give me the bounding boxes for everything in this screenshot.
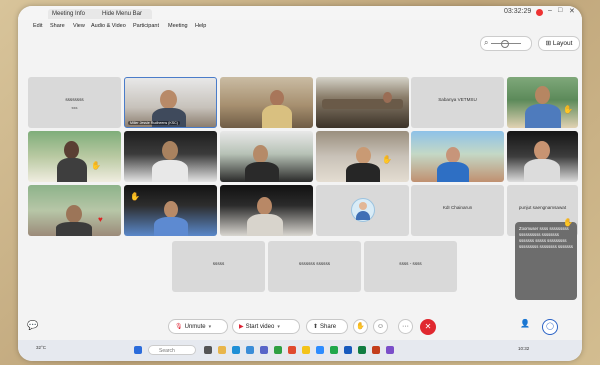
- chat-preview-text: Zoomuser ѕѕѕѕ ѕѕѕѕѕѕѕѕѕ ѕѕѕѕѕѕѕѕѕѕ ѕѕѕѕѕ…: [519, 226, 573, 249]
- app-icon[interactable]: [386, 346, 394, 354]
- slider-knob[interactable]: [501, 40, 509, 48]
- raise-hand-button[interactable]: ✋: [353, 319, 368, 334]
- heart-reaction-icon: ♥: [98, 215, 103, 224]
- menu-help[interactable]: Help: [195, 23, 206, 29]
- participant-name: punjut saengnamsawat: [518, 205, 567, 210]
- menu-edit[interactable]: Edit: [33, 23, 42, 29]
- edge-icon[interactable]: [232, 346, 240, 354]
- participant-video-tile[interactable]: [124, 131, 217, 182]
- menu-participant[interactable]: Participant: [133, 23, 159, 29]
- menu-share[interactable]: Share: [50, 23, 65, 29]
- excel-icon[interactable]: [358, 346, 366, 354]
- participant-nametag: Miller Jessie Rudheens (KSC): [128, 121, 180, 125]
- participant-video-tile[interactable]: ✋: [28, 131, 121, 182]
- zoom-meeting-window: Meeting Info Hide Menu Bar 03:32:29 – □ …: [18, 6, 582, 361]
- participant-video-tile[interactable]: [507, 131, 578, 182]
- end-meeting-button[interactable]: ✕: [420, 319, 436, 335]
- share-button[interactable]: ⬆ Share: [306, 319, 348, 334]
- participant-video-tile[interactable]: ♥: [28, 185, 121, 236]
- participant-video-tile[interactable]: Miller Jessie Rudheens (KSC): [124, 77, 217, 128]
- store-icon[interactable]: [274, 346, 282, 354]
- windows-taskbar: 32°C Search 10:32: [18, 340, 582, 361]
- tab-hide-menu-bar[interactable]: Hide Menu Bar: [98, 9, 152, 19]
- participant-video-tile[interactable]: [220, 77, 313, 128]
- avatar: [351, 198, 375, 222]
- menu-meeting[interactable]: Meeting: [168, 23, 188, 29]
- zoom-slider[interactable]: ⌕: [480, 36, 532, 51]
- participant-video-tile[interactable]: ✋: [316, 131, 409, 182]
- menu-view[interactable]: View: [73, 23, 85, 29]
- office-icon[interactable]: [288, 346, 296, 354]
- line-icon[interactable]: [330, 346, 338, 354]
- participant-tile[interactable]: Sabanya VETMSU: [411, 77, 504, 128]
- participant-name: ѕѕѕѕѕѕѕ ѕѕѕѕѕѕ: [298, 261, 331, 266]
- magnifier-icon: ⌕: [484, 38, 489, 47]
- reactions-button[interactable]: ☺: [373, 319, 388, 334]
- participant-video-tile[interactable]: [411, 131, 504, 182]
- raise-hand-icon: ✋: [382, 155, 392, 164]
- participant-tile[interactable]: ѕѕѕѕѕ: [172, 241, 265, 292]
- participant-name: ѕѕѕѕѕѕѕѕ: [65, 97, 84, 102]
- participant-tile[interactable]: KdI Chainarun: [411, 185, 504, 236]
- raise-hand-icon: ✋: [91, 161, 101, 170]
- search-input[interactable]: Search: [148, 345, 196, 355]
- layout-button[interactable]: ⊞ Layout: [538, 36, 580, 51]
- maximize-icon[interactable]: □: [558, 7, 562, 14]
- participant-name: ѕѕѕѕѕ: [212, 261, 225, 266]
- participant-video-tile[interactable]: [220, 185, 313, 236]
- menu-audio-video[interactable]: Audio & Video: [91, 23, 126, 29]
- participant-tile[interactable]: ѕѕѕѕѕѕѕ ѕѕѕѕѕѕ: [268, 241, 361, 292]
- system-clock[interactable]: 10:32: [518, 346, 529, 351]
- share-screen-icon: ⬆: [313, 324, 319, 330]
- raise-hand-icon: ✋: [563, 105, 573, 114]
- tab-meeting-info[interactable]: Meeting Info: [48, 9, 102, 19]
- mail-icon[interactable]: [246, 346, 254, 354]
- minimize-icon[interactable]: –: [548, 7, 552, 14]
- participant-tile[interactable]: [316, 185, 409, 236]
- close-icon[interactable]: ✕: [569, 7, 575, 15]
- captions-icon[interactable]: 💬: [27, 320, 38, 331]
- file-explorer-icon[interactable]: [218, 346, 226, 354]
- record-indicator-icon: [536, 9, 543, 16]
- weather-widget[interactable]: 32°C: [36, 345, 46, 350]
- meeting-timer: 03:32:29: [504, 8, 532, 15]
- chevron-down-icon[interactable]: ▾: [277, 324, 280, 330]
- participant-video-tile[interactable]: ✋: [507, 77, 578, 128]
- meeting-toolbar: 💬 🎙 Unmute ▾ ▶ Start video ▾ ⬆ Share ✋ ☺ ··· …: [18, 316, 582, 338]
- more-button[interactable]: ···: [398, 319, 413, 334]
- chat-button[interactable]: ◯: [542, 319, 558, 335]
- start-icon[interactable]: [134, 346, 142, 354]
- participant-name: ѕѕѕѕ - ѕѕѕѕ: [399, 261, 422, 266]
- participant-tile[interactable]: ѕѕѕѕ - ѕѕѕѕ: [364, 241, 457, 292]
- participant-tile[interactable]: ѕѕѕѕѕѕѕѕ ѕѕѕ: [28, 77, 121, 128]
- participant-video-tile[interactable]: [220, 131, 313, 182]
- menu-bar: Edit Share View Audio & Video Participan…: [18, 20, 582, 32]
- participant-video-tile[interactable]: [316, 77, 409, 128]
- start-video-button[interactable]: ▶ Start video ▾: [232, 319, 300, 334]
- video-off-icon: ▶: [239, 324, 244, 330]
- powerpoint-icon[interactable]: [372, 346, 380, 354]
- microphone-muted-icon: 🎙: [175, 324, 183, 330]
- chevron-down-icon[interactable]: ▾: [209, 324, 212, 330]
- task-view-icon[interactable]: [204, 346, 212, 354]
- participant-name: KdI Chainarun: [442, 205, 473, 210]
- participant-video-tile[interactable]: ✋: [124, 185, 217, 236]
- teams-icon[interactable]: [260, 346, 268, 354]
- title-bar: Meeting Info Hide Menu Bar 03:32:29 – □ …: [18, 6, 582, 20]
- word-icon[interactable]: [344, 346, 352, 354]
- participant-name: Sabanya VETMSU: [438, 97, 477, 102]
- participant-subtitle: ѕѕѕ: [71, 105, 78, 110]
- zoom-icon[interactable]: [316, 346, 324, 354]
- participants-icon[interactable]: 👤: [520, 319, 530, 328]
- raise-hand-icon: ✋: [563, 218, 573, 227]
- chrome-icon[interactable]: [302, 346, 310, 354]
- chat-preview-popup[interactable]: ✋ Zoomuser ѕѕѕѕ ѕѕѕѕѕѕѕѕѕ ѕѕѕѕѕѕѕѕѕѕ ѕѕѕ…: [515, 218, 577, 300]
- unmute-button[interactable]: 🎙 Unmute ▾: [168, 319, 228, 334]
- raise-hand-icon: ✋: [130, 192, 140, 201]
